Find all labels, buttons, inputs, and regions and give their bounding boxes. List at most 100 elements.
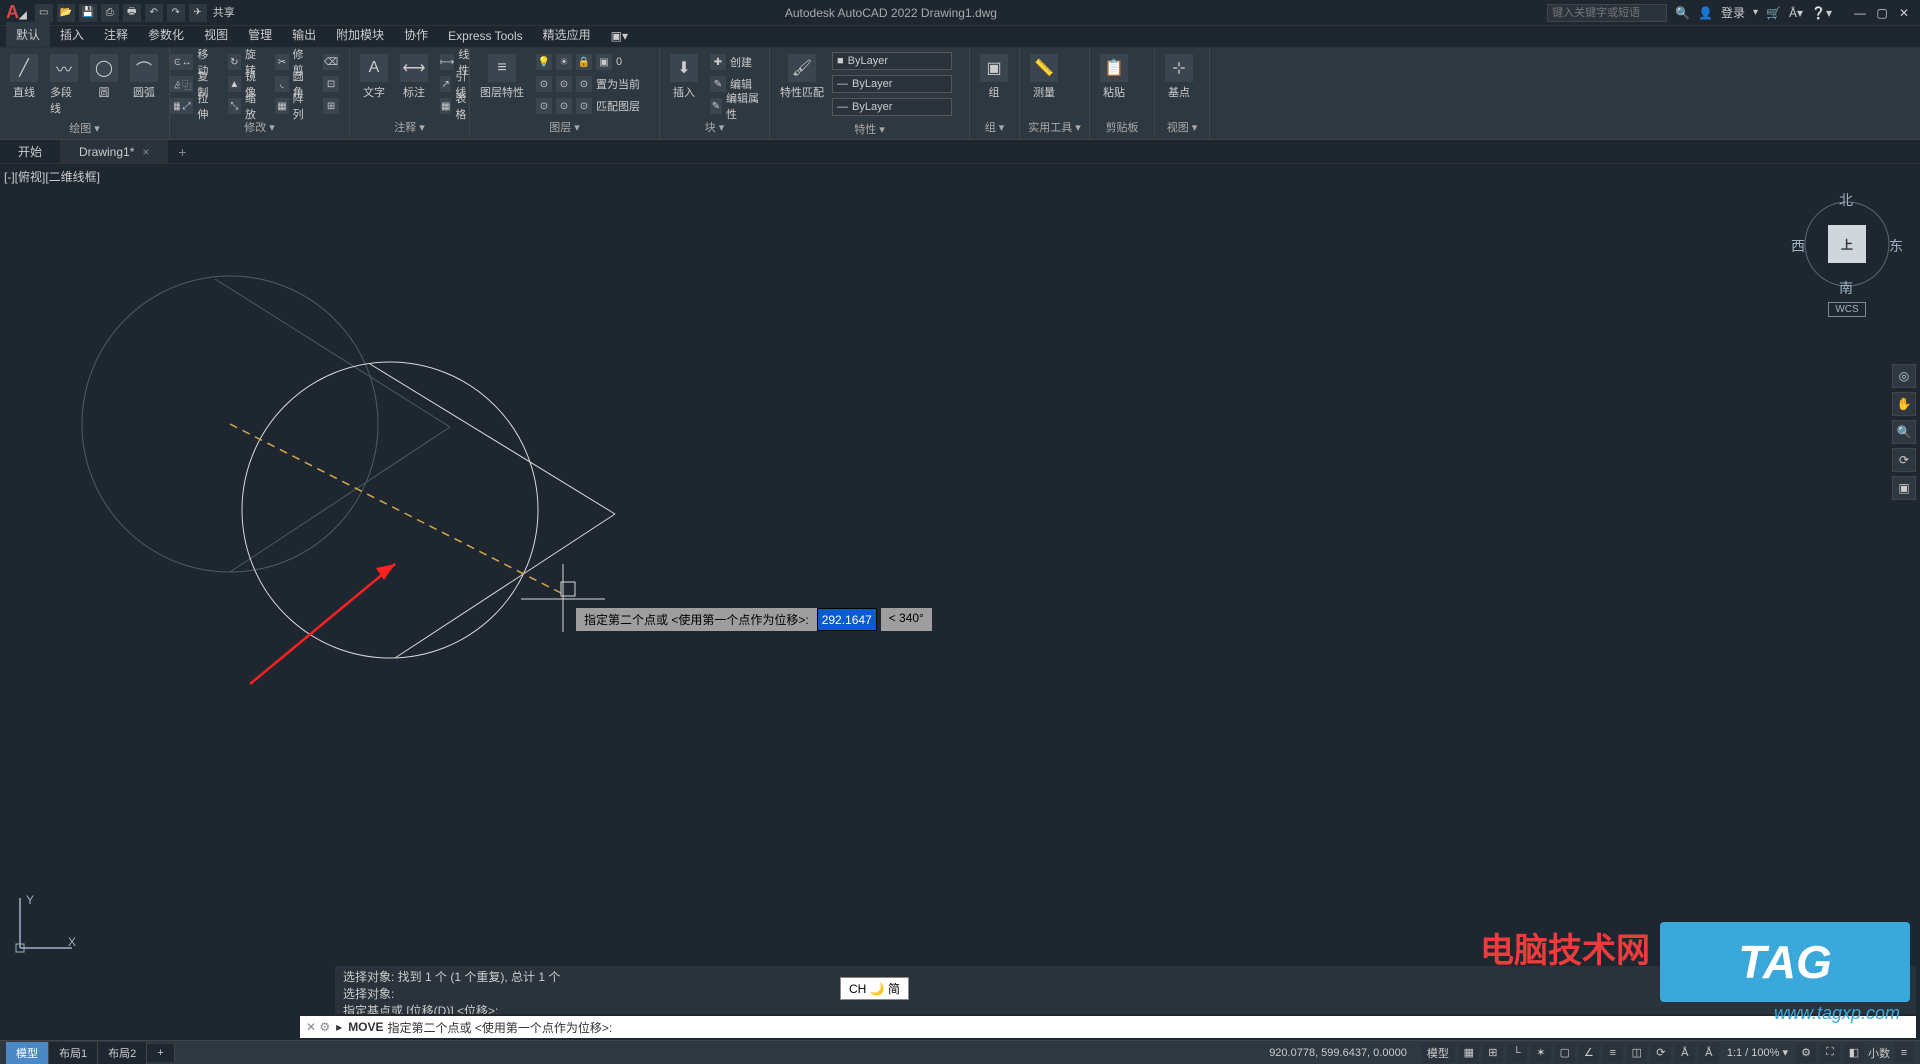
tab-default[interactable]: 默认 bbox=[6, 22, 50, 47]
otrack-icon[interactable]: ∠ bbox=[1579, 1043, 1599, 1063]
layer-props-button[interactable]: ≡图层特性 bbox=[476, 52, 528, 102]
text-button[interactable]: A文字 bbox=[356, 52, 392, 102]
tab-parametric[interactable]: 参数化 bbox=[138, 22, 194, 47]
tab-output[interactable]: 输出 bbox=[282, 22, 326, 47]
paste-button[interactable]: 📋粘贴 bbox=[1096, 52, 1132, 102]
qat-save-icon[interactable]: 💾 bbox=[79, 4, 97, 22]
tab-annotate[interactable]: 注释 bbox=[94, 22, 138, 47]
file-tab-drawing1[interactable]: Drawing1*× bbox=[61, 140, 168, 163]
qat-redo-icon[interactable]: ↷ bbox=[167, 4, 185, 22]
search-icon[interactable]: 🔍 bbox=[1675, 6, 1690, 20]
max-icon[interactable]: ⛶ bbox=[1820, 1043, 1840, 1063]
close-tab-icon[interactable]: × bbox=[142, 145, 149, 159]
stretch-button[interactable]: ⤢拉伸 bbox=[176, 96, 220, 116]
nav-orbit-icon[interactable]: ⟳ bbox=[1892, 448, 1916, 472]
qat-undo-icon[interactable]: ↶ bbox=[145, 4, 163, 22]
cycle-icon[interactable]: ⟳ bbox=[1651, 1043, 1671, 1063]
insert-button[interactable]: ⬇插入 bbox=[666, 52, 702, 102]
layer-row1[interactable]: 💡☀🔒▣0 bbox=[532, 52, 644, 72]
groups-button[interactable]: ▣组 bbox=[976, 52, 1012, 102]
layout1-tab[interactable]: 布局1 bbox=[49, 1042, 98, 1064]
customize-icon[interactable]: ≡ bbox=[1894, 1043, 1914, 1063]
mod-misc1[interactable]: ⌫ bbox=[319, 52, 343, 72]
layer-row2[interactable]: ⊙⊙⊙置为当前 bbox=[532, 74, 644, 94]
anno-icon[interactable]: Å bbox=[1675, 1043, 1695, 1063]
line-button[interactable]: ╱直线 bbox=[6, 52, 42, 102]
snap-icon[interactable]: ⊞ bbox=[1483, 1043, 1503, 1063]
wcs-label[interactable]: WCS bbox=[1828, 302, 1865, 317]
nav-pan-icon[interactable]: ✋ bbox=[1892, 392, 1916, 416]
add-tab-button[interactable]: + bbox=[168, 144, 196, 160]
tab-featured[interactable]: 精选应用 bbox=[533, 22, 601, 47]
login-link[interactable]: 登录 bbox=[1721, 4, 1745, 21]
scale-display[interactable]: 1:1 / 100% ▾ bbox=[1727, 1046, 1788, 1059]
maximize-button[interactable]: ▢ bbox=[1872, 4, 1892, 22]
iso-icon[interactable]: ◧ bbox=[1844, 1043, 1864, 1063]
minimize-button[interactable]: — bbox=[1850, 4, 1870, 22]
layer-row3[interactable]: ⊙⊙⊙匹配图层 bbox=[532, 96, 644, 116]
viewcube[interactable]: 北 南 东 西 上 WCS bbox=[1792, 194, 1902, 344]
tab-view[interactable]: 视图 bbox=[194, 22, 238, 47]
tab-addins[interactable]: 附加模块 bbox=[326, 22, 394, 47]
lineweight-select[interactable]: — ByLayer bbox=[832, 75, 952, 93]
tab-more-icon[interactable]: ▣▾ bbox=[601, 25, 638, 47]
transparency-icon[interactable]: ◫ bbox=[1627, 1043, 1647, 1063]
dyn-distance-input[interactable] bbox=[817, 608, 877, 631]
panel-utilities-title[interactable]: 实用工具 ▾ bbox=[1026, 117, 1083, 137]
cart-icon[interactable]: 🛒 bbox=[1766, 6, 1781, 20]
drawing-canvas[interactable]: [-][俯视][二维线框] 指定第二个点或 <使用第一个点作为位移>: < 34… bbox=[0, 164, 1920, 966]
units-label[interactable]: 小数 bbox=[1868, 1045, 1890, 1061]
panel-annotation-title[interactable]: 注释 ▾ bbox=[356, 117, 463, 137]
tab-express[interactable]: Express Tools bbox=[438, 25, 532, 47]
match-props-button[interactable]: 🖌特性匹配 bbox=[776, 52, 828, 102]
anno2-icon[interactable]: Å bbox=[1699, 1043, 1719, 1063]
close-button[interactable]: ✕ bbox=[1894, 4, 1914, 22]
nav-show-icon[interactable]: ▣ bbox=[1892, 476, 1916, 500]
polar-icon[interactable]: ✶ bbox=[1531, 1043, 1551, 1063]
arc-button[interactable]: ⌒圆弧 bbox=[126, 52, 162, 102]
color-select[interactable]: ■ ByLayer bbox=[832, 52, 952, 70]
viewcube-south[interactable]: 南 bbox=[1839, 278, 1853, 298]
tab-manage[interactable]: 管理 bbox=[238, 22, 282, 47]
user-icon[interactable]: 👤 bbox=[1698, 6, 1713, 20]
panel-blocks-title[interactable]: 块 ▾ bbox=[666, 117, 763, 137]
model-tab[interactable]: 模型 bbox=[6, 1042, 49, 1064]
share-label[interactable]: 共享 bbox=[213, 4, 235, 22]
help-search-input[interactable] bbox=[1547, 4, 1667, 22]
add-layout-button[interactable]: + bbox=[147, 1044, 174, 1062]
status-model-label[interactable]: 模型 bbox=[1421, 1043, 1455, 1063]
qat-saveas-icon[interactable]: ⎙ bbox=[101, 4, 119, 22]
file-tab-start[interactable]: 开始 bbox=[0, 140, 61, 163]
grid-icon[interactable]: ▦ bbox=[1459, 1043, 1479, 1063]
app-switch-icon[interactable]: Å▾ bbox=[1789, 6, 1803, 20]
qat-new-icon[interactable]: ▭ bbox=[35, 4, 53, 22]
panel-draw-title[interactable]: 绘图 ▾ bbox=[6, 118, 163, 138]
viewcube-east[interactable]: 东 bbox=[1889, 236, 1903, 256]
basepoint-button[interactable]: ⊹基点 bbox=[1161, 52, 1197, 102]
nav-zoom-icon[interactable]: 🔍 bbox=[1892, 420, 1916, 444]
osnap-icon[interactable]: ▢ bbox=[1555, 1043, 1575, 1063]
measure-button[interactable]: 📏测量 bbox=[1026, 52, 1062, 102]
scale-button[interactable]: ⤡缩放 bbox=[224, 96, 268, 116]
edit-attr-button[interactable]: ✎编辑属性 bbox=[706, 96, 763, 116]
linetype-select[interactable]: — ByLayer bbox=[832, 98, 952, 116]
gear-icon[interactable]: ⚙ bbox=[1796, 1043, 1816, 1063]
dim-button[interactable]: ⟷标注 bbox=[396, 52, 432, 102]
mod-misc3[interactable]: ⊞ bbox=[319, 96, 343, 116]
create-block-button[interactable]: ✚创建 bbox=[706, 52, 763, 72]
panel-groups-title[interactable]: 组 ▾ bbox=[976, 117, 1013, 137]
command-line[interactable]: ✕ ⚙ ▸ MOVE 指定第二个点或 <使用第一个点作为位移>: bbox=[300, 1016, 1916, 1038]
layout2-tab[interactable]: 布局2 bbox=[98, 1042, 147, 1064]
panel-view-title[interactable]: 视图 ▾ bbox=[1161, 117, 1203, 137]
viewcube-west[interactable]: 西 bbox=[1791, 236, 1805, 256]
nav-wheel-icon[interactable]: ◎ bbox=[1892, 364, 1916, 388]
viewcube-north[interactable]: 北 bbox=[1839, 190, 1853, 210]
qat-plot-icon[interactable]: 🖶 bbox=[123, 4, 141, 22]
help-icon[interactable]: ❔▾ bbox=[1811, 6, 1832, 20]
panel-layers-title[interactable]: 图层 ▾ bbox=[476, 117, 653, 137]
panel-properties-title[interactable]: 特性 ▾ bbox=[776, 119, 963, 139]
array-button[interactable]: ▦阵列 bbox=[271, 96, 315, 116]
panel-modify-title[interactable]: 修改 ▾ bbox=[176, 117, 343, 137]
ortho-icon[interactable]: └ bbox=[1507, 1043, 1527, 1063]
panel-clipboard-title[interactable]: 剪贴板 bbox=[1096, 117, 1148, 137]
